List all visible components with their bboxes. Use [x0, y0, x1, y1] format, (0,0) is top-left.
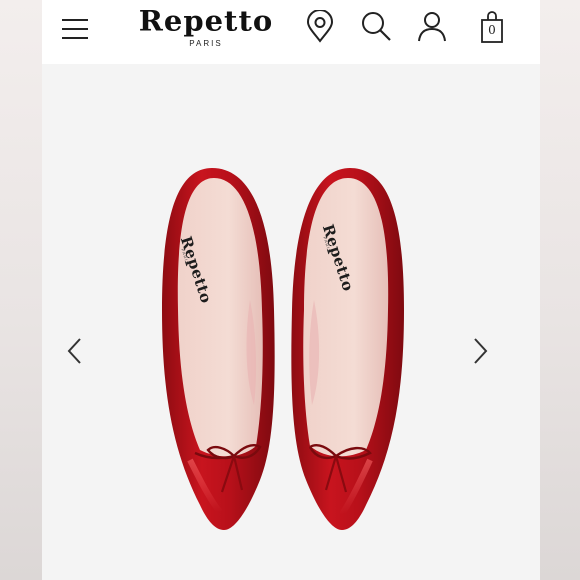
product-image: [162, 168, 404, 530]
left-backdrop: [0, 0, 42, 580]
shopping-bag-icon[interactable]: 0: [480, 10, 504, 44]
chevron-left-icon[interactable]: [64, 336, 86, 366]
search-icon[interactable]: [360, 10, 392, 44]
location-pin-icon[interactable]: [304, 9, 336, 44]
right-backdrop: [538, 0, 580, 580]
hamburger-menu-icon[interactable]: [60, 16, 90, 42]
user-icon[interactable]: [416, 10, 448, 44]
brand-name: Repetto: [138, 4, 274, 38]
bag-count-badge: 0: [488, 23, 496, 37]
brand-subtitle: PARIS: [189, 39, 223, 48]
brand-logo[interactable]: Repetto PARIS: [134, 4, 278, 56]
product-page: Repetto PARIS 0 Repetto PARIS Repetto PA…: [42, 0, 540, 580]
product-image-carousel: Repetto PARIS Repetto PARIS: [42, 64, 540, 580]
chevron-right-icon[interactable]: [469, 336, 491, 366]
top-navigation-bar: Repetto PARIS 0: [42, 0, 540, 64]
left-shoe: [162, 168, 275, 530]
right-shoe: [291, 168, 404, 530]
